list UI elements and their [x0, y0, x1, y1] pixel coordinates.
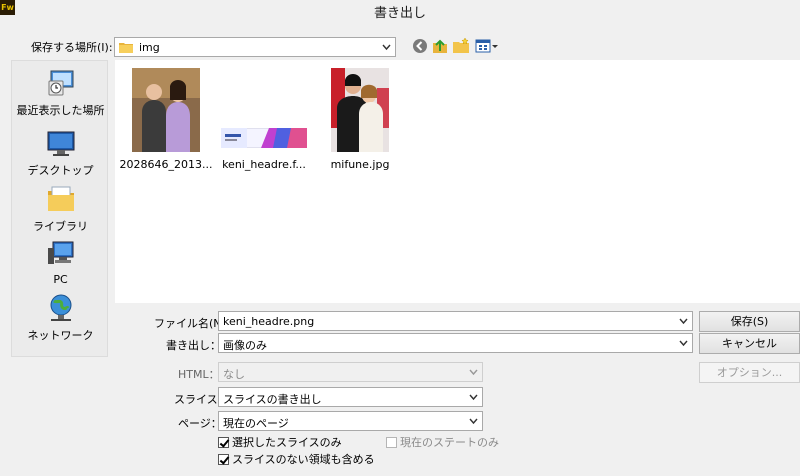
checkbox-box [218, 437, 229, 448]
pages-select[interactable]: 現在のページ [218, 411, 483, 431]
include-areas-without-slices-checkbox[interactable]: スライスのない領域も含める [218, 451, 375, 467]
chevron-down-icon [469, 418, 478, 425]
html-label: HTML： [178, 368, 220, 381]
new-folder-icon[interactable] [452, 37, 470, 55]
slices-select[interactable]: スライスの書き出し [218, 387, 483, 407]
places-bar: 最近表示した場所 デスクトップ ライブラリ PC ネットワーク [11, 60, 108, 357]
computer-icon [47, 241, 73, 264]
place-pc[interactable]: PC [12, 238, 109, 286]
cancel-button[interactable]: キャンセル [699, 333, 800, 354]
folder-icon [119, 43, 133, 53]
chevron-down-icon [679, 318, 688, 325]
selected-slices-only-checkbox[interactable]: 選択したスライスのみ [218, 434, 342, 450]
filename-field[interactable]: keni_headre.png [218, 311, 693, 331]
place-label: ネットワーク [27, 329, 94, 342]
view-menu-icon[interactable] [475, 37, 499, 55]
place-network[interactable]: ネットワーク [12, 292, 109, 343]
checkbox-label: 選択したスライスのみ [232, 436, 342, 449]
current-state-only-checkbox[interactable]: 現在のステートのみ [386, 434, 499, 450]
file-item[interactable]: mifune.jpg [310, 68, 410, 171]
checkbox-label: 現在のステートのみ [400, 436, 499, 449]
filename-value: keni_headre.png [223, 315, 315, 328]
place-label: 最近表示した場所 [16, 104, 105, 117]
file-list-view[interactable]: 2028646_2013... keni_headre.f... mifune.… [115, 60, 800, 303]
file-item[interactable]: 2028646_2013... [116, 68, 216, 171]
chevron-down-icon [469, 394, 478, 401]
place-label: PC [53, 273, 68, 286]
photo-thumbnail [131, 68, 201, 152]
network-icon [50, 294, 71, 321]
title-bar: Fw 書き出し [0, 0, 800, 22]
look-in-label: 保存する場所(I): [31, 41, 113, 54]
libraries-icon [47, 186, 74, 211]
export-select[interactable]: 画像のみ [218, 333, 693, 353]
place-recent[interactable]: 最近表示した場所 [12, 67, 109, 118]
place-label: デスクトップ [27, 164, 94, 177]
place-desktop[interactable]: デスクトップ [12, 127, 109, 178]
checkbox-box [386, 437, 397, 448]
desktop-icon [47, 131, 74, 156]
chevron-down-icon [469, 369, 478, 376]
checkbox-label: スライスのない領域も含める [232, 453, 375, 466]
look-in-value: img [139, 41, 160, 54]
look-in-combo[interactable]: img [114, 37, 396, 57]
window-title: 書き出し [373, 6, 426, 21]
options-button[interactable]: オプション... [699, 362, 800, 383]
place-label: ライブラリ [33, 220, 88, 233]
recent-places-icon [48, 70, 73, 96]
file-name: keni_headre.f... [222, 158, 306, 171]
chevron-down-icon [382, 44, 391, 51]
checkbox-box [218, 454, 229, 465]
file-name: 2028646_2013... [119, 158, 213, 171]
place-libraries[interactable]: ライブラリ [12, 183, 109, 234]
export-label: 書き出し： [166, 339, 221, 352]
back-icon[interactable] [411, 37, 429, 55]
photo-thumbnail [330, 68, 390, 152]
export-value: 画像のみ [223, 339, 267, 352]
slices-value: スライスの書き出し [223, 393, 322, 406]
file-name: mifune.jpg [330, 158, 390, 171]
pages-label: ページ： [178, 417, 222, 430]
save-button[interactable]: 保存(S) [699, 311, 800, 332]
pages-value: 現在のページ [223, 417, 289, 430]
html-select[interactable]: なし [218, 362, 483, 382]
file-item[interactable]: keni_headre.f... [214, 68, 314, 171]
chevron-down-icon [679, 340, 688, 347]
up-folder-icon[interactable] [431, 37, 449, 55]
html-value: なし [223, 368, 245, 381]
banner-thumbnail [221, 68, 307, 152]
